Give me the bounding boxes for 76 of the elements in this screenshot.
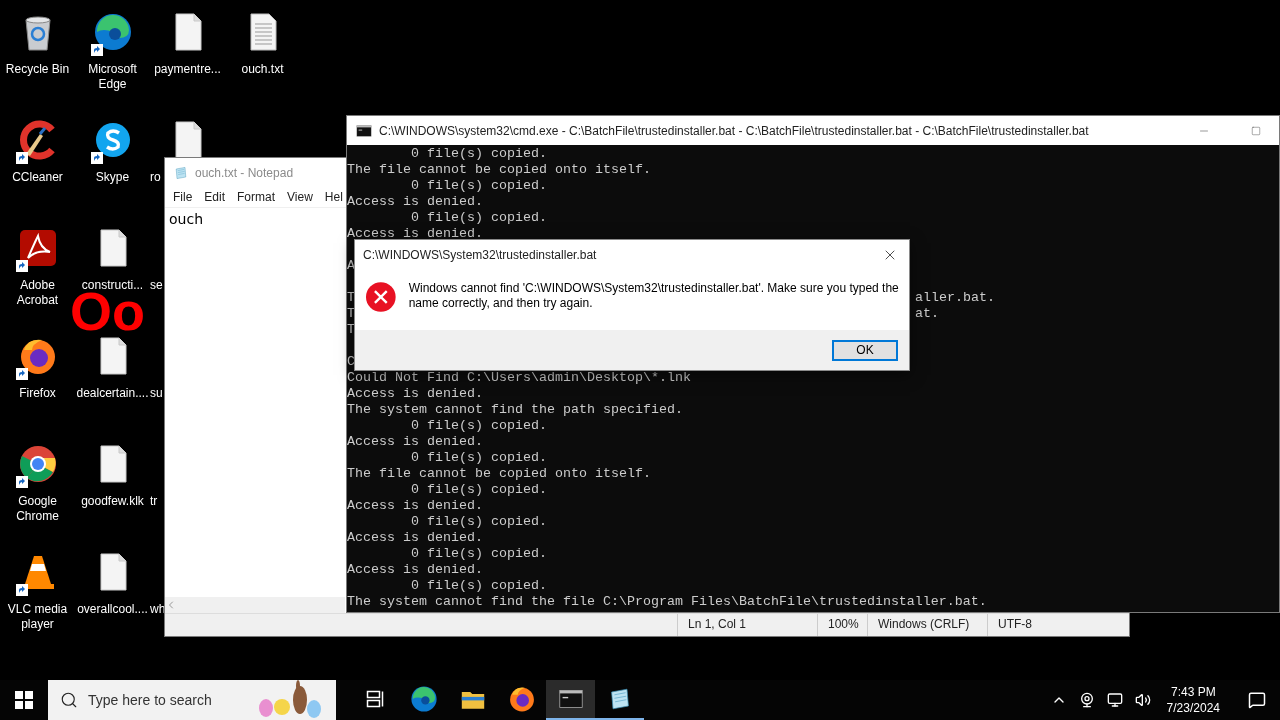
console-line: Access is denied. bbox=[347, 434, 483, 450]
desktop-icon-label[interactable]: Microsoft Edge bbox=[75, 62, 150, 92]
console-line: 0 file(s) copied. bbox=[410, 178, 547, 194]
status-field: Windows (CRLF) bbox=[867, 614, 987, 636]
console-line: 0 file(s) copied. bbox=[410, 210, 547, 226]
search-field[interactable]: Type here to search bbox=[48, 680, 336, 720]
ok-button[interactable]: OK bbox=[832, 339, 898, 361]
console-line: at. bbox=[915, 306, 939, 322]
desktop-icon-label[interactable]: ouch.txt bbox=[225, 62, 300, 77]
desktop-icon-label[interactable]: paymentre... bbox=[150, 62, 225, 77]
console-line: Access is denied. bbox=[347, 226, 483, 242]
console-line: Access is denied. bbox=[347, 530, 483, 546]
console-line: Could Not Find C:\Users\admin\Desktop\*.lnk bbox=[347, 370, 691, 386]
console-line: The file cannot be copied onto itself. bbox=[347, 466, 651, 482]
edge-icon bbox=[409, 685, 438, 713]
search-icon bbox=[60, 691, 78, 709]
horizontal-scrollbar[interactable] bbox=[165, 597, 345, 613]
taskbar-app-button[interactable] bbox=[546, 680, 595, 720]
status-field: UTF-8 bbox=[987, 614, 1129, 636]
console-line: Access is denied. bbox=[347, 386, 483, 402]
dialog-title: C:\WINDOWS\System32\trustedinstaller.bat bbox=[363, 248, 597, 262]
menu-item[interactable]: File bbox=[167, 190, 199, 204]
window-title: C:\WINDOWS\system32\cmd.exe - C:\BatchFile\trustedinstaller.bat - C:\BatchFile\trustedinstaller.bat - C:\BatchFile\trustedinstaller.bat bbox=[379, 123, 1089, 138]
desktop-icon-label[interactable]: tr bbox=[150, 494, 158, 509]
error-icon bbox=[365, 281, 397, 313]
acrobat-icon bbox=[17, 228, 58, 268]
console-line: 0 file(s) copied. bbox=[410, 450, 547, 466]
console-line: 0 file(s) copied. bbox=[410, 482, 547, 498]
desktop-icon-label[interactable]: ro bbox=[150, 170, 161, 185]
desktop-icon-label[interactable]: dealcertain.... bbox=[75, 386, 150, 401]
desktop-icon-label[interactable]: CCleaner bbox=[0, 170, 75, 185]
menu-item[interactable]: Format bbox=[231, 190, 282, 204]
console-line: 0 file(s) copied. bbox=[410, 514, 547, 530]
notification-icon bbox=[1248, 691, 1266, 709]
desktop-icon-label[interactable]: overallcool.... bbox=[75, 602, 150, 617]
firefox-icon bbox=[507, 685, 536, 713]
desktop-icon-label[interactable]: Recycle Bin bbox=[0, 62, 75, 77]
desktop-icon-label[interactable]: se bbox=[150, 278, 163, 293]
console-line: 0 file(s) copied. bbox=[410, 578, 547, 594]
console-line: 0 file(s) copied. bbox=[410, 146, 547, 162]
console-line: aller.bat. bbox=[915, 290, 995, 306]
console-line: T bbox=[347, 322, 355, 338]
monitor-icon bbox=[1106, 692, 1123, 708]
error-message: Windows cannot find 'C:\WINDOWS\System32\trustedinstaller.bat'. Make sure you typed the name correctly, and then try again. bbox=[408, 281, 899, 312]
console-line: T bbox=[347, 290, 355, 306]
edge-icon bbox=[92, 12, 133, 52]
webcam-icon bbox=[1078, 692, 1095, 708]
console-line: The file cannot be copied onto itself. bbox=[347, 162, 651, 178]
chrome-icon bbox=[17, 444, 58, 484]
clock[interactable]: 7:43 PM 7/23/2024 bbox=[1160, 684, 1226, 716]
maximize-icon bbox=[1251, 125, 1261, 136]
desktop-icon-label[interactable]: Google Chrome bbox=[0, 494, 75, 524]
console-line: Access is denied. bbox=[347, 498, 483, 514]
windows-logo-icon bbox=[15, 691, 33, 709]
console-line: The system cannot find the file C:\Program Files\BatchFile\trustedinstaller.bat. bbox=[347, 594, 987, 610]
document-text: ouch bbox=[169, 211, 203, 227]
notepad-icon bbox=[173, 164, 189, 181]
console-line: A bbox=[347, 258, 355, 274]
menu-item[interactable]: View bbox=[281, 190, 319, 204]
status-field: 100% bbox=[817, 614, 867, 636]
console-line: The system cannot find the path specified. bbox=[347, 402, 683, 418]
desktop-icon-label[interactable]: su bbox=[150, 386, 163, 401]
console-line: C bbox=[347, 354, 355, 370]
console-line: Access is denied. bbox=[347, 194, 483, 210]
console-line: T bbox=[347, 306, 355, 322]
desktop-icon-label[interactable]: Skype bbox=[75, 170, 150, 185]
desktop-icon-label[interactable]: goodfew.klk bbox=[75, 494, 150, 509]
window-title: ouch.txt - Notepad bbox=[195, 165, 294, 180]
console-line: 0 file(s) copied. bbox=[410, 418, 547, 434]
desktop-icon-label[interactable]: VLC media player bbox=[0, 602, 75, 632]
speaker-icon bbox=[1134, 692, 1151, 708]
console-line: Access is denied. bbox=[347, 562, 483, 578]
desktop-icon-label[interactable]: Firefox bbox=[0, 386, 75, 401]
console-line: 0 file(s) copied. bbox=[410, 546, 547, 562]
status-field: Ln 1, Col 1 bbox=[677, 614, 817, 636]
menu-item[interactable]: Edit bbox=[198, 190, 232, 204]
